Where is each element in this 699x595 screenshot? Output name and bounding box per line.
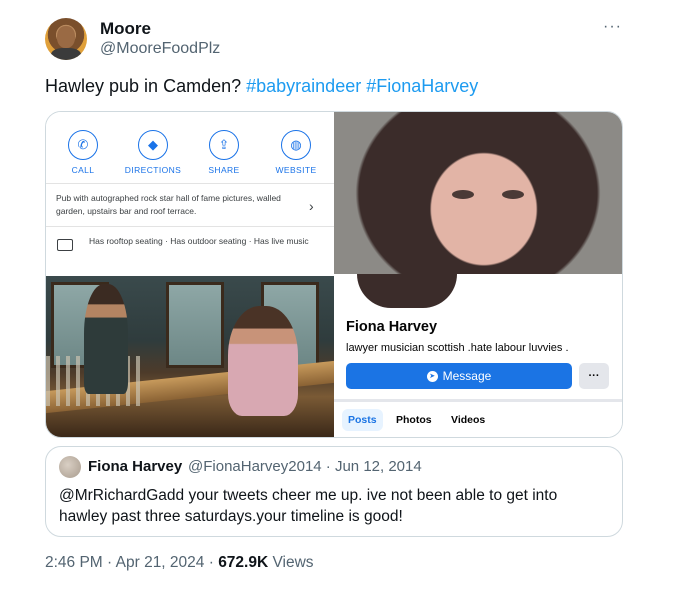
- author-avatar[interactable]: [45, 18, 87, 60]
- message-button: ➤ Message: [346, 363, 572, 389]
- quoted-tweet[interactable]: Fiona Harvey @FionaHarvey2014 · Jun 12, …: [45, 446, 623, 537]
- profile-more-button: ···: [579, 363, 609, 389]
- author-handle[interactable]: @MooreFoodPlz: [100, 40, 220, 58]
- directions-label: DIRECTIONS: [124, 165, 182, 175]
- tweet-timestamp: 2:46 PM · Apr 21, 2024 · 672.9K Views: [45, 554, 314, 572]
- quoted-author-name: Fiona Harvey: [88, 458, 183, 475]
- profile-bio: lawyer musician scottish .hate labour lu…: [346, 342, 569, 354]
- place-description: Pub with autographed rock star hall of f…: [56, 193, 281, 216]
- divider: [46, 226, 334, 227]
- directions-action: ◆ DIRECTIONS: [118, 130, 188, 175]
- media-grid[interactable]: ✆ CALL ◆ DIRECTIONS ⇪ SHARE ◍ WEBSITE Pu…: [45, 111, 623, 438]
- eye: [452, 190, 474, 199]
- directions-icon: ◆: [138, 130, 168, 160]
- profile-face-photo[interactable]: [334, 112, 622, 274]
- place-features: Has rooftop seating · Has outdoor seatin…: [89, 236, 309, 246]
- website-action: ◍ WEBSITE: [261, 130, 331, 175]
- quoted-author-meta: @FionaHarvey2014 · Jun 12, 2014: [188, 458, 422, 475]
- quoted-tweet-text: @MrRichardGadd your tweets cheer me up. …: [59, 487, 558, 525]
- eye: [502, 190, 524, 199]
- quoted-author-avatar: [59, 456, 81, 478]
- tweet-text: Hawley pub in Camden? #babyraindeer #Fio…: [45, 76, 478, 97]
- pub-scene-photo[interactable]: [46, 276, 334, 437]
- divider: [46, 183, 334, 184]
- messenger-icon: ➤: [426, 370, 438, 382]
- share-icon: ⇪: [209, 130, 239, 160]
- tweet-text-prefix: Hawley pub in Camden?: [45, 76, 247, 96]
- views-count: 672.9K: [218, 554, 269, 571]
- tab-videos: Videos: [451, 414, 486, 426]
- maps-card-image[interactable]: ✆ CALL ◆ DIRECTIONS ⇪ SHARE ◍ WEBSITE Pu…: [46, 112, 334, 274]
- timestamp[interactable]: 2:46 PM · Apr 21, 2024 ·: [45, 554, 218, 571]
- call-action: ✆ CALL: [48, 130, 118, 175]
- hashtag-link[interactable]: #FionaHarvey: [366, 76, 478, 96]
- more-options-icon[interactable]: ···: [603, 18, 622, 36]
- bartender-figure: [84, 284, 128, 394]
- profile-name: Fiona Harvey: [346, 319, 438, 335]
- profile-picture: [354, 274, 460, 311]
- phone-icon: ✆: [68, 130, 98, 160]
- call-label: CALL: [71, 165, 95, 175]
- facebook-profile-image[interactable]: Fiona Harvey lawyer musician scottish .h…: [334, 274, 622, 437]
- divider: [334, 399, 622, 402]
- globe-icon: ◍: [281, 130, 311, 160]
- share-action: ⇪ SHARE: [189, 130, 259, 175]
- message-label: Message: [442, 369, 492, 383]
- website-label: WEBSITE: [275, 165, 317, 175]
- hashtag-link[interactable]: #babyraindeer: [246, 76, 361, 96]
- share-label: SHARE: [208, 165, 240, 175]
- amenities-icon: [57, 239, 73, 251]
- author-display-name[interactable]: Moore: [100, 19, 151, 39]
- chevron-right-icon: ›: [309, 198, 314, 214]
- tab-photos: Photos: [396, 414, 432, 426]
- window: [166, 282, 224, 368]
- tab-posts: Posts: [342, 409, 383, 431]
- customer-figure: [228, 306, 298, 416]
- views-label: Views: [268, 554, 314, 571]
